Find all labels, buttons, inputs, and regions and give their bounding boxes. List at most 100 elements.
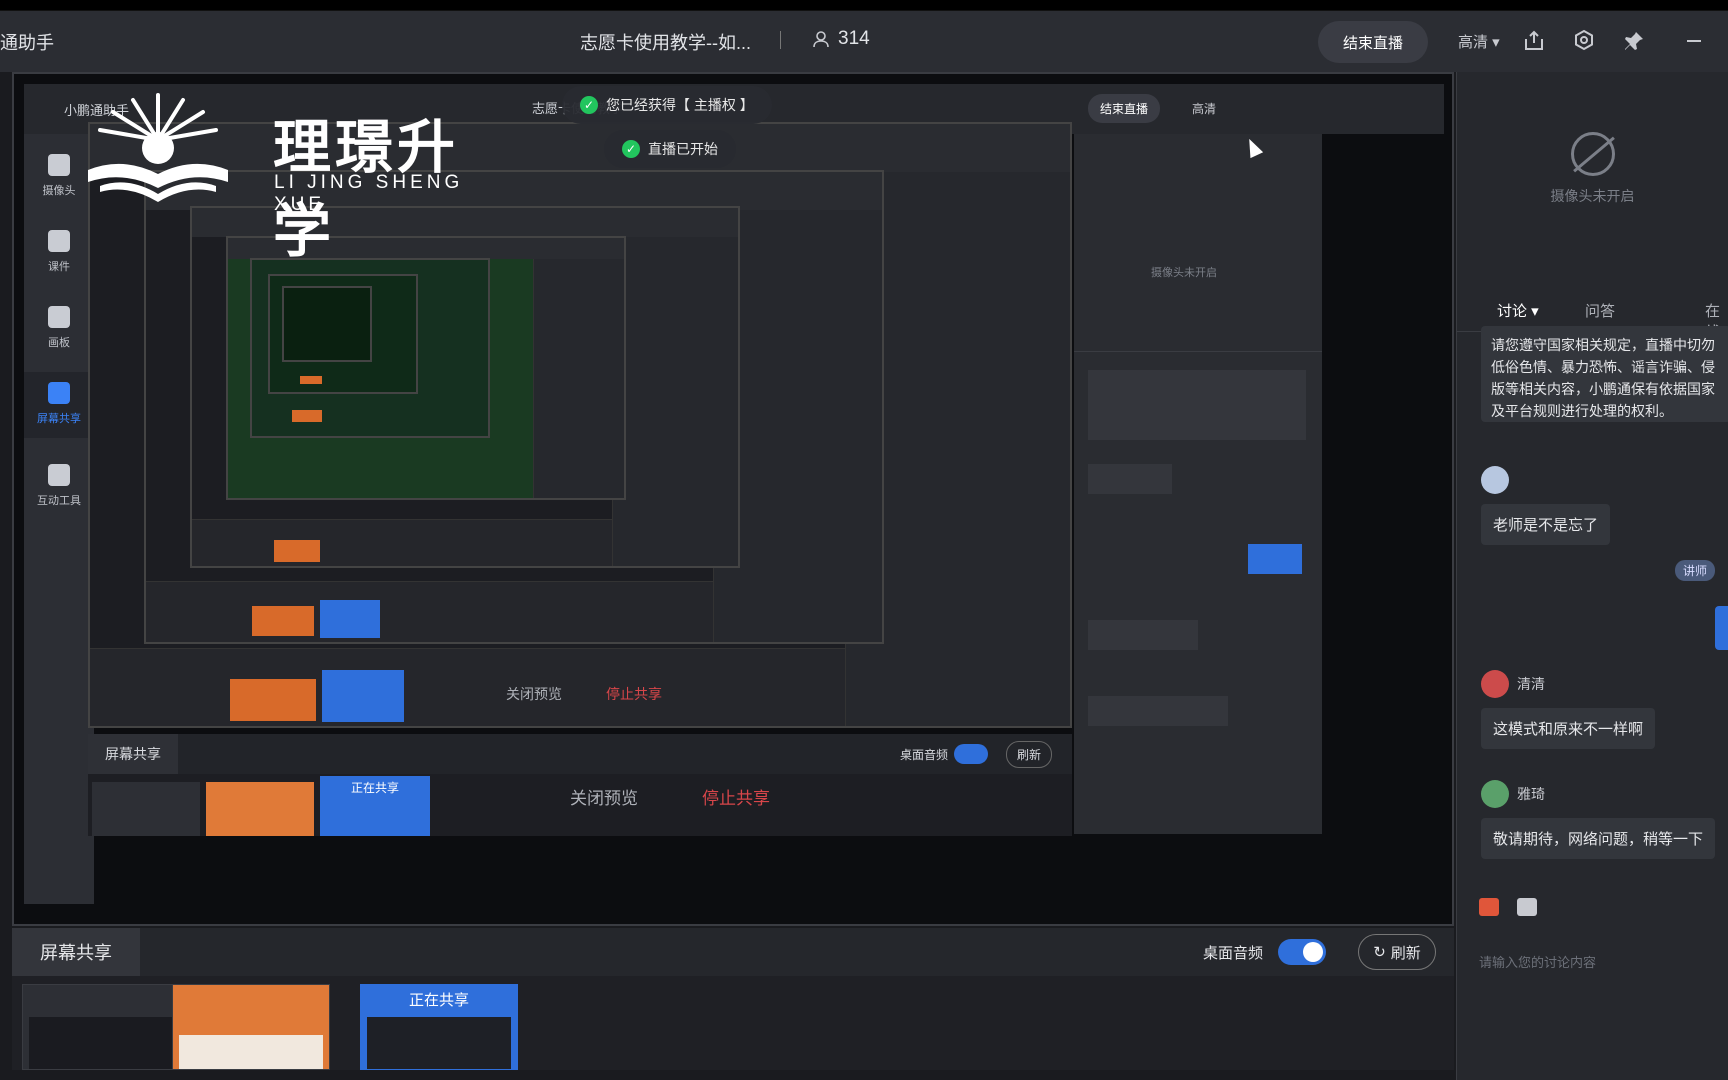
share-source-thumb-active[interactable]: 正在共享 xyxy=(360,984,518,1070)
stage-share-bar: 屏幕共享 桌面音频 刷新 xyxy=(88,734,1072,774)
nested-stop-share: 停止共享 xyxy=(606,686,662,702)
stage-bubble xyxy=(1088,464,1172,494)
palette-icon xyxy=(48,306,70,328)
watermark-logo: 理璟升学 LI JING SHENG XUE xyxy=(78,90,518,264)
chat-input[interactable]: 请输入您的讨论内容 xyxy=(1479,952,1596,971)
camera-icon xyxy=(48,154,70,176)
toolbox-icon xyxy=(48,464,70,486)
app-title: 通助手 xyxy=(0,33,54,53)
stage-notice xyxy=(1088,370,1306,440)
chat-message: 老师是不是忘了 xyxy=(1481,466,1611,545)
check-icon: ✓ xyxy=(580,96,598,114)
refresh-button[interactable]: ↻ 刷新 xyxy=(1358,934,1436,970)
thumb-preview xyxy=(367,1017,511,1069)
camera-off: 摄像头未开启 xyxy=(1457,132,1728,206)
stage-close-preview: 关闭预览 xyxy=(570,789,638,808)
stage-thumb-active: 正在共享 xyxy=(320,776,430,836)
nested-thumb xyxy=(292,410,322,422)
screen-share-icon xyxy=(48,382,70,404)
avatar xyxy=(1481,670,1509,698)
folder-icon[interactable] xyxy=(1517,898,1537,916)
watermark-en: LI JING SHENG XUE xyxy=(274,172,464,215)
tool-label: 画板 xyxy=(48,337,70,349)
tab-qa[interactable]: 问答 xyxy=(1585,300,1615,321)
toast-started-text: 直播已开始 xyxy=(648,141,718,157)
end-live-button[interactable]: 结束直播 xyxy=(1318,21,1428,63)
check-icon: ✓ xyxy=(622,140,640,158)
message-user xyxy=(1481,466,1610,494)
share-sources-row: 正在共享 xyxy=(12,976,1454,1070)
nested-share-bar xyxy=(146,580,713,642)
stage-thumb xyxy=(206,782,314,836)
refresh-label: 刷新 xyxy=(1390,944,1421,962)
stage-chat-panel: 摄像头未开启 xyxy=(1074,134,1322,834)
nested-thumb xyxy=(230,679,316,721)
teacher-badge: 讲师 xyxy=(1675,560,1716,581)
stage-bubble xyxy=(1088,620,1198,650)
stage-bubble xyxy=(1088,696,1228,726)
live-title: 志愿卡使用教学--如... xyxy=(580,33,751,53)
nested-thumb xyxy=(274,540,320,562)
nested-capture-4 xyxy=(226,236,626,500)
share-tab[interactable]: 屏幕共享 xyxy=(12,928,140,976)
tool-label: 互动工具 xyxy=(37,495,81,507)
avatar xyxy=(1481,780,1509,808)
stage-chat-tabs xyxy=(1074,320,1322,352)
desktop-audio-label: 桌面音频 xyxy=(1203,945,1264,962)
stage-refresh: 刷新 xyxy=(1006,741,1053,768)
share-out-icon[interactable] xyxy=(1520,27,1548,55)
nested-thumb xyxy=(252,606,314,636)
tool-label: 摄像头 xyxy=(42,185,76,197)
right-panel: 摄像头未开启 讨论 ▾ 问答 在线 请您遵守国家相关规定，直播中切勿低俗色情、暴… xyxy=(1456,72,1728,1080)
stage-thumb xyxy=(92,782,200,836)
sharing-label: 正在共享 xyxy=(408,992,469,1009)
toast-live-started: ✓ 直播已开始 xyxy=(604,130,736,168)
tool-label: 课件 xyxy=(48,261,70,273)
settings-icon[interactable] xyxy=(1570,27,1598,55)
nested-share-bar xyxy=(90,647,845,726)
desktop-audio-toggle[interactable] xyxy=(1278,939,1326,965)
rules-notice: 请您遵守国家相关规定，直播中切勿低俗色情、暴力恐怖、谣言诈骗、侵版等相关内容，小… xyxy=(1481,326,1728,422)
quality-select[interactable]: 高清 ▾ xyxy=(1458,31,1500,52)
avatar xyxy=(1481,466,1509,494)
share-source-thumb[interactable] xyxy=(22,984,180,1070)
viewer-count-value: 314 xyxy=(838,28,870,49)
message-username: 清清 xyxy=(1517,676,1545,692)
camera-off-icon xyxy=(1570,132,1615,176)
message-user: 清清 xyxy=(1481,670,1655,698)
nested-chat-panel xyxy=(612,236,738,566)
teacher-message-bubble xyxy=(1715,606,1728,650)
nested-thumb-active xyxy=(320,600,380,638)
chat-input-tools xyxy=(1479,898,1537,916)
chat-message: 雅琦 敬请期待，网络问题，稍等一下 xyxy=(1481,780,1716,859)
quality-label: 高清 xyxy=(1458,34,1489,51)
share-source-thumb[interactable] xyxy=(172,984,330,1070)
toast-host-text: 您已经获得【 主播权 】 xyxy=(606,97,754,113)
camera-off-label: 摄像头未开启 xyxy=(1550,188,1635,204)
tab-label: 讨论 xyxy=(1497,303,1528,320)
stage-tool-interactive: 互动工具 xyxy=(24,464,94,508)
thumb-preview xyxy=(29,1017,173,1069)
stage-stop-share: 停止共享 xyxy=(702,789,770,808)
viewer-count: 314 xyxy=(812,28,870,50)
nested-thumb xyxy=(300,376,322,384)
stage-sharing-label: 正在共享 xyxy=(350,781,399,795)
nested-share-bar xyxy=(192,519,613,566)
stage-desktop-audio: 桌面音频 xyxy=(900,748,949,762)
stage-tool-whiteboard: 画板 xyxy=(24,306,94,350)
nested-close-preview: 关闭预览 xyxy=(506,686,562,702)
document-icon xyxy=(48,230,70,252)
stage-camera-off: 摄像头未开启 xyxy=(1151,267,1217,279)
stage-share-tab: 屏幕共享 xyxy=(88,734,178,774)
stage-tool-screen-share: 屏幕共享 xyxy=(24,372,94,438)
minimize-icon[interactable] xyxy=(1680,27,1708,55)
thumb-preview xyxy=(179,1035,323,1069)
red-envelope-icon[interactable] xyxy=(1479,898,1499,916)
message-bubble: 老师是不是忘了 xyxy=(1481,504,1611,545)
refresh-icon: ↻ xyxy=(1373,944,1386,961)
message-username: 雅琦 xyxy=(1517,786,1545,802)
pin-icon[interactable] xyxy=(1620,27,1648,55)
stage-audio-toggle xyxy=(954,744,988,764)
tab-discussion[interactable]: 讨论 ▾ xyxy=(1493,300,1547,333)
message-bubble: 敬请期待，网络问题，稍等一下 xyxy=(1481,818,1716,859)
